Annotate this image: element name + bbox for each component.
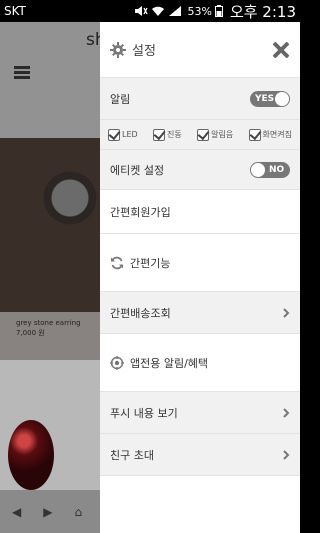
home-icon[interactable]: ⌂	[74, 505, 82, 519]
bottom-nav: ◀ ▶ ⌂	[0, 490, 100, 533]
led-label: LED	[122, 130, 138, 139]
chevron-right-icon	[283, 449, 290, 460]
etiquette-toggle[interactable]: NO	[250, 161, 290, 178]
simple-signup-label: 간편회원가입	[110, 205, 171, 219]
gear-icon	[110, 41, 126, 58]
wifi-icon	[152, 6, 165, 16]
background-app: sh grey stone earring 7,000 원 ◀ ▶ ⌂	[0, 22, 100, 533]
screen-on-checkbox[interactable]: 화면켜짐	[248, 128, 292, 141]
simple-shipping-row[interactable]: 간편배송조회	[100, 292, 300, 334]
simple-function-label: 간편기능	[130, 256, 171, 270]
invite-friends-row[interactable]: 친구 초대	[100, 434, 300, 476]
push-view-row[interactable]: 푸시 내용 보기	[100, 392, 300, 434]
background-app-header: sh	[0, 22, 100, 138]
background-app-title: sh	[86, 30, 100, 50]
simple-shipping-label: 간편배송조회	[110, 306, 171, 320]
simple-signup-row[interactable]: 간편회원가입	[100, 190, 300, 234]
target-icon	[110, 355, 124, 370]
hamburger-menu-icon[interactable]	[14, 66, 30, 80]
carrier-label: SKT	[4, 4, 26, 18]
push-view-label: 푸시 내용 보기	[110, 406, 178, 420]
chevron-right-icon	[283, 307, 290, 318]
drawer-header: 설정	[100, 22, 300, 78]
etiquette-toggle-text: NO	[269, 164, 285, 175]
mute-icon	[135, 6, 149, 16]
drawer-title: 설정	[132, 44, 156, 59]
product-name: grey stone earring	[16, 319, 81, 327]
refresh-icon	[111, 256, 123, 269]
vibration-label: 진동	[167, 130, 182, 139]
vibration-checkbox[interactable]: 진동	[153, 128, 182, 141]
notification-row: 알림 YES	[100, 78, 300, 120]
led-checkbox[interactable]: LED	[108, 128, 138, 141]
app-notifications-row[interactable]: 앱전용 알림/혜택	[100, 334, 300, 392]
notification-label: 알림	[110, 92, 131, 106]
etiquette-row: 에티켓 설정 NO	[100, 150, 300, 190]
status-bar: SKT 53% 오후 2:13	[0, 0, 300, 22]
app-notifications-label: 앱전용 알림/혜택	[130, 356, 209, 370]
product-caption: grey stone earring 7,000 원	[0, 312, 100, 360]
simple-function-row[interactable]: 간편기능	[100, 234, 300, 292]
forward-arrow-icon[interactable]: ▶	[43, 505, 52, 519]
sound-label: 알림음	[211, 130, 234, 139]
notification-toggle-text: YES	[255, 93, 275, 104]
close-icon[interactable]	[272, 41, 290, 59]
sound-checkbox[interactable]: 알림음	[197, 128, 234, 141]
screen-on-label: 화면켜짐	[262, 130, 292, 139]
notification-toggle[interactable]: YES	[250, 90, 290, 107]
battery-icon	[214, 5, 223, 17]
battery-percent: 53%	[187, 4, 212, 18]
notification-options: LED 진동 알림음 화면켜짐	[100, 120, 300, 150]
etiquette-label: 에티켓 설정	[110, 163, 165, 177]
product-image-2	[0, 360, 100, 490]
chevron-right-icon	[283, 407, 290, 418]
invite-friends-label: 친구 초대	[110, 448, 154, 462]
clock: 오후 2:13	[229, 2, 296, 21]
back-arrow-icon[interactable]: ◀	[12, 505, 21, 519]
settings-drawer: 설정 알림 YES LED 진동 알림음 화면켜짐 에티켓 설정 NO 간편회원…	[100, 22, 300, 533]
signal-icon	[169, 6, 182, 16]
product-price: 7,000 원	[16, 329, 45, 337]
